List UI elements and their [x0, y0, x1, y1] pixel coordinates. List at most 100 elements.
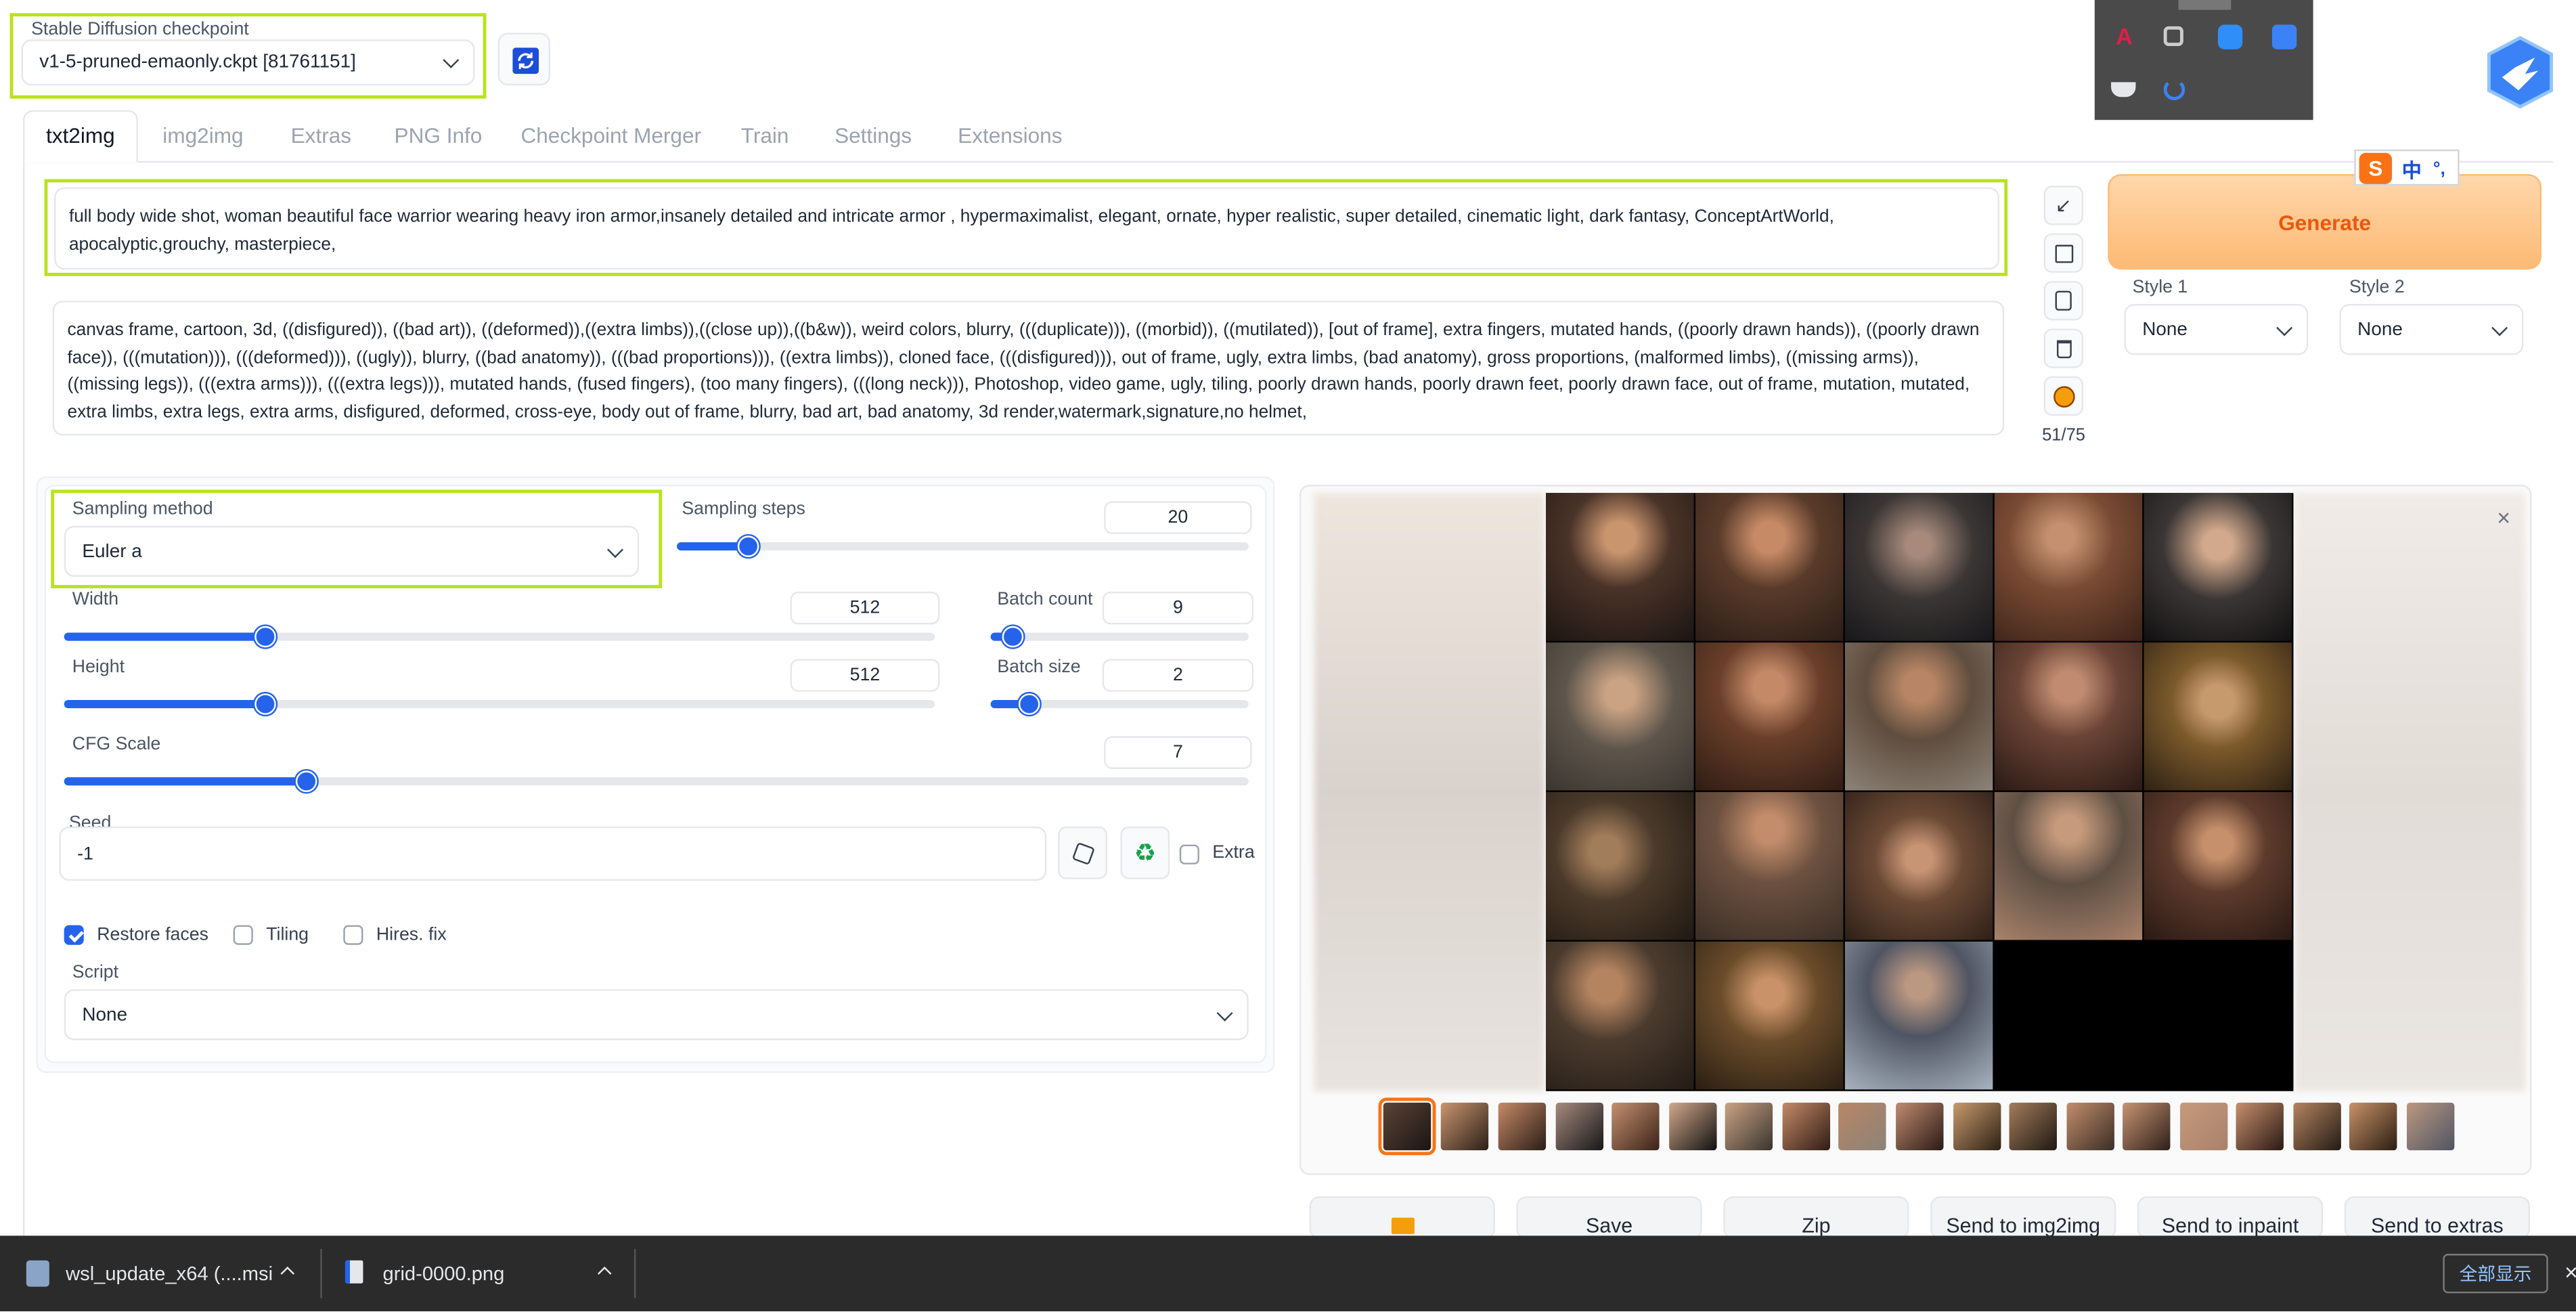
slider-handle[interactable] — [254, 693, 276, 715]
send-to-inpaint-button[interactable]: Send to inpaint — [2137, 1196, 2324, 1240]
close-download-bar-icon[interactable]: × — [2564, 1259, 2576, 1285]
loading-app-icon[interactable] — [2163, 79, 2185, 101]
seed-input[interactable]: -1 — [59, 826, 1047, 881]
prompt-input[interactable]: full body wide shot, woman beautiful fac… — [54, 187, 2000, 270]
thumbnail[interactable] — [1953, 1102, 2001, 1151]
batch-count-input[interactable]: 9 — [1102, 591, 1254, 625]
batch-count-slider[interactable] — [990, 626, 1249, 648]
open-folder-button[interactable] — [1309, 1196, 1495, 1240]
thumbnail[interactable] — [1612, 1102, 1660, 1151]
thumbnail[interactable] — [2406, 1102, 2455, 1151]
thumbnail[interactable] — [2180, 1102, 2228, 1151]
batch-size-input[interactable]: 2 — [1102, 659, 1254, 692]
width-input[interactable]: 512 — [790, 591, 940, 625]
thumbnail[interactable] — [1725, 1102, 1773, 1151]
grid-image — [1844, 941, 1993, 1090]
thumbnail[interactable] — [2009, 1102, 2057, 1151]
gallery-blur-right — [2294, 493, 2525, 1091]
tiling-checkbox[interactable] — [233, 925, 253, 945]
tab-settings[interactable]: Settings — [835, 123, 912, 148]
close-gallery-button[interactable]: × — [2491, 504, 2517, 531]
download-item-1[interactable]: wsl_update_x64 (....msi — [66, 1262, 273, 1285]
slider-handle[interactable] — [254, 626, 276, 648]
thumbnail[interactable] — [1440, 1102, 1489, 1151]
height-slider[interactable] — [64, 693, 935, 715]
download-item-2[interactable]: grid-0000.png — [383, 1262, 505, 1285]
thumbnail[interactable] — [1555, 1102, 1604, 1151]
show-all-downloads-button[interactable]: 全部显示 — [2443, 1254, 2548, 1294]
read-params-button[interactable]: ↙ — [2043, 185, 2083, 225]
tab-extensions[interactable]: Extensions — [958, 123, 1062, 148]
chevron-down-icon — [2276, 319, 2293, 336]
thumbnail[interactable] — [1669, 1102, 1717, 1151]
restore-faces-checkbox[interactable] — [64, 925, 84, 945]
thumbnail[interactable] — [2293, 1102, 2341, 1151]
palette-icon — [2052, 385, 2074, 407]
negative-prompt-input[interactable]: canvas frame, cartoon, 3d, ((disfigured)… — [52, 301, 2005, 436]
cfg-scale-input[interactable]: 7 — [1104, 736, 1252, 769]
batch-size-slider[interactable] — [990, 693, 1249, 715]
clear-prompt-button[interactable] — [2043, 328, 2083, 368]
hires-fix-label: Hires. fix — [376, 925, 447, 945]
zip-button[interactable]: Zip — [1723, 1196, 1909, 1240]
docker-icon[interactable] — [2111, 82, 2136, 97]
search-app-icon[interactable] — [2163, 26, 2183, 46]
thumbnail[interactable] — [1838, 1102, 1886, 1151]
chevron-down-icon — [1216, 1004, 1233, 1021]
checkpoint-select[interactable]: v1-5-pruned-emaonly.ckpt [81761151] — [21, 39, 475, 86]
grid-image — [1546, 791, 1694, 940]
tiling-label: Tiling — [266, 925, 309, 945]
bird-app-icon[interactable] — [2271, 24, 2297, 49]
folder-icon — [1390, 1217, 1414, 1234]
extra-networks-button[interactable] — [2043, 376, 2083, 416]
thumbnail[interactable] — [1378, 1097, 1436, 1156]
cloud-app-icon[interactable] — [2217, 24, 2243, 49]
slider-handle[interactable] — [1002, 626, 1024, 648]
ime-indicator[interactable]: S 中 °, — [2354, 149, 2460, 186]
grid-image — [1994, 791, 2143, 940]
ime-lang: 中 — [2401, 159, 2422, 183]
hires-fix-checkbox[interactable] — [343, 925, 363, 945]
save-style-button[interactable] — [2043, 233, 2083, 273]
slider-handle[interactable] — [1018, 693, 1040, 715]
gallery-blur-left — [1314, 493, 1545, 1091]
cfg-scale-slider[interactable] — [64, 770, 1249, 792]
thumbnail[interactable] — [1498, 1102, 1547, 1151]
thumbnail[interactable] — [1896, 1102, 1944, 1151]
thumbnail[interactable] — [2123, 1102, 2171, 1151]
grid-image — [1546, 642, 1694, 791]
height-input[interactable]: 512 — [790, 659, 940, 692]
thumbnail[interactable] — [1782, 1102, 1831, 1151]
apply-style-button[interactable] — [2043, 281, 2083, 321]
thumbnail[interactable] — [2236, 1102, 2284, 1151]
save-button[interactable]: Save — [1516, 1196, 1702, 1240]
generate-button[interactable]: Generate — [2108, 174, 2542, 270]
thumbnail[interactable] — [2349, 1102, 2397, 1151]
tab-train[interactable]: Train — [741, 123, 789, 148]
sampling-steps-input[interactable]: 20 — [1104, 501, 1252, 534]
tab-img2img[interactable]: img2img — [162, 123, 243, 148]
acrobat-icon[interactable]: A — [2111, 23, 2137, 49]
send-to-extras-button[interactable]: Send to extras — [2344, 1196, 2531, 1240]
refresh-checkpoint-button[interactable] — [497, 32, 551, 86]
thumbnail[interactable] — [2066, 1102, 2114, 1151]
random-seed-button[interactable] — [1058, 826, 1108, 879]
tab-checkpoint-merger[interactable]: Checkpoint Merger — [520, 123, 701, 148]
send-to-img2img-button[interactable]: Send to img2img — [1930, 1196, 2116, 1240]
style1-select[interactable]: None — [2124, 304, 2309, 355]
slider-handle[interactable] — [737, 535, 759, 557]
tab-extras[interactable]: Extras — [291, 123, 351, 148]
result-image-grid[interactable] — [1546, 493, 2294, 1091]
slider-fill — [64, 777, 306, 786]
width-slider[interactable] — [64, 626, 935, 648]
sampling-steps-slider[interactable] — [677, 535, 1249, 557]
height-label: Height — [72, 657, 125, 678]
reuse-seed-button[interactable]: ♻ — [1120, 826, 1170, 879]
grid-image — [2144, 642, 2292, 791]
slider-handle[interactable] — [295, 770, 317, 792]
extra-seed-checkbox[interactable] — [1179, 844, 1199, 865]
script-select[interactable]: None — [64, 989, 1249, 1041]
sampling-method-select[interactable]: Euler a — [64, 525, 640, 577]
style2-select[interactable]: None — [2339, 304, 2524, 355]
tab-png-info[interactable]: PNG Info — [395, 123, 483, 148]
